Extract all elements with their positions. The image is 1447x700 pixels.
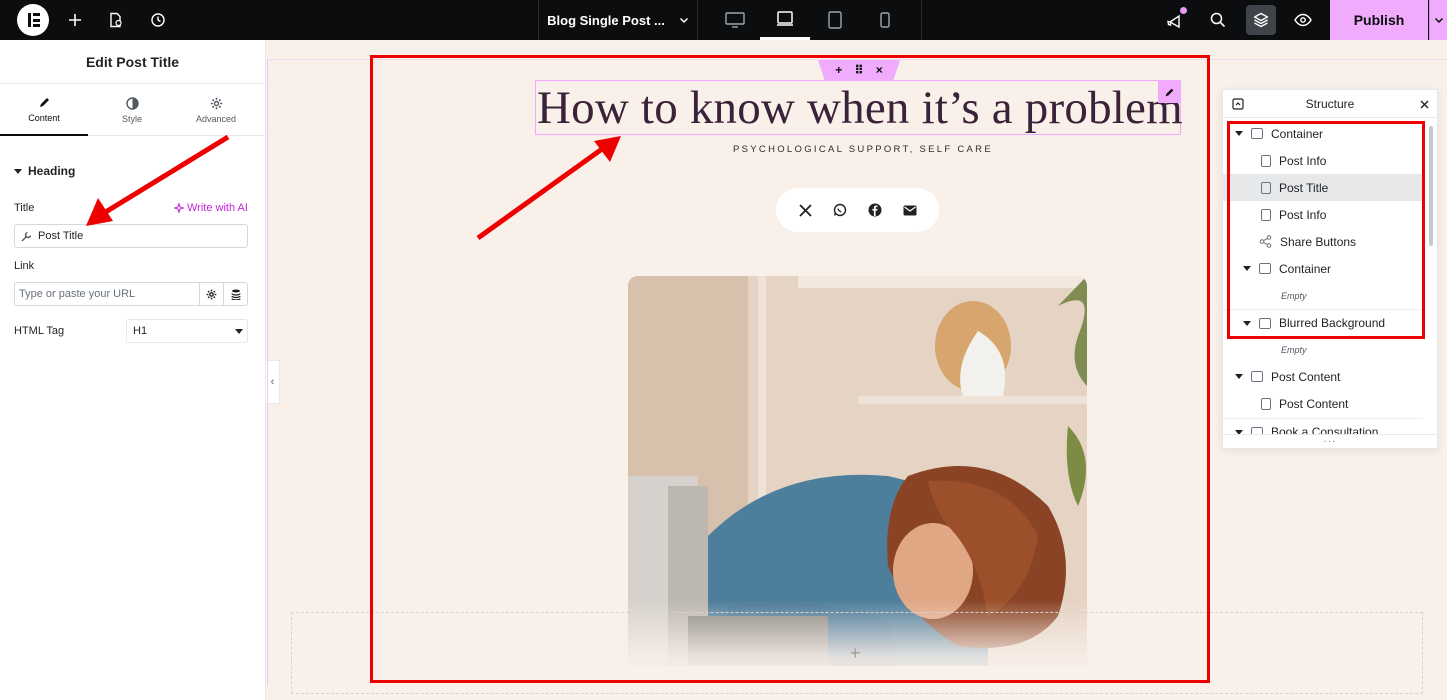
title-label: Title (14, 202, 35, 214)
tab-style-label: Style (121, 113, 142, 124)
layers-icon[interactable] (1246, 5, 1276, 35)
structure-scrollbar[interactable] (1429, 126, 1433, 246)
editor-panel: Edit Post Title Content Style Advanced H… (0, 40, 266, 700)
structure-header: Structure (1223, 90, 1437, 118)
html-tag-value: H1 (133, 325, 148, 337)
elementor-logo[interactable] (17, 4, 49, 36)
structure-item-label: Post Content (1271, 369, 1341, 384)
sparkle-icon (174, 203, 184, 213)
link-input[interactable] (15, 288, 185, 300)
title-field-value: Post Title (38, 230, 84, 242)
panel-tabs: Content Style Advanced (0, 84, 265, 136)
tab-style[interactable]: Style (88, 84, 176, 136)
structure-item-empty: Empty (1223, 336, 1423, 363)
link-label: Link (14, 260, 35, 272)
structure-item-post-content[interactable]: Post Content (1223, 390, 1423, 417)
pencil-icon (39, 97, 49, 107)
tablet-icon[interactable] (810, 0, 860, 40)
chevron-down-icon (679, 17, 688, 24)
preview-eye-icon[interactable] (1291, 8, 1315, 32)
annotation-highlight-canvas (370, 55, 1210, 683)
notification-badge (1180, 7, 1187, 14)
section-heading-label: Heading (28, 164, 76, 178)
widget-icon (1261, 397, 1271, 410)
publish-button[interactable]: Publish (1330, 0, 1428, 40)
html-tag-label: HTML Tag (14, 325, 65, 337)
caret-down-icon (235, 329, 243, 334)
tab-advanced[interactable]: Advanced (172, 84, 260, 136)
chevron-down-icon (1434, 17, 1443, 24)
half-circle-icon (125, 96, 139, 110)
title-field[interactable]: Post Title (14, 224, 248, 248)
gear-icon (210, 97, 222, 109)
top-bar: Blog Single Post ... Publish (0, 0, 1447, 40)
close-icon[interactable] (1420, 100, 1429, 109)
dynamic-settings-button[interactable] (199, 283, 223, 305)
publish-options-button[interactable] (1429, 0, 1447, 40)
container-icon (1251, 371, 1263, 382)
add-icon[interactable] (63, 8, 87, 32)
collapse-panel-button[interactable]: ‹ (266, 360, 280, 404)
annotation-highlight-structure (1227, 121, 1425, 339)
structure-item-label: Post Content (1279, 396, 1349, 411)
desktop-icon[interactable] (710, 0, 760, 40)
tab-content-label: Content (28, 112, 60, 123)
canvas-guide-left (267, 60, 268, 685)
structure-panel-icon[interactable] (1232, 98, 1244, 110)
document-title: Blog Single Post ... (547, 12, 665, 28)
write-with-ai-label: Write with AI (187, 202, 248, 214)
wrench-icon (21, 231, 32, 241)
gear-icon (206, 289, 217, 299)
history-icon[interactable] (146, 8, 170, 32)
structure-item-post-content-container[interactable]: Post Content (1223, 363, 1423, 390)
mobile-icon[interactable] (860, 0, 910, 40)
structure-title: Structure (1305, 96, 1355, 111)
caret-down-icon (1235, 374, 1243, 379)
section-heading-toggle[interactable]: Heading (14, 164, 75, 178)
caret-down-icon (14, 168, 22, 174)
database-icon (230, 289, 241, 300)
html-tag-select[interactable]: H1 (126, 319, 248, 343)
search-icon[interactable] (1206, 8, 1230, 32)
panel-title: Edit Post Title (0, 40, 265, 84)
laptop-icon[interactable] (760, 0, 810, 40)
link-field (14, 282, 248, 306)
responsive-mode-group (700, 0, 922, 40)
document-title-dropdown[interactable]: Blog Single Post ... (538, 0, 698, 40)
structure-resize-handle[interactable]: ··· (1223, 434, 1437, 448)
dynamic-tags-button[interactable] (223, 283, 247, 305)
page-settings-icon[interactable] (104, 8, 128, 32)
tab-advanced-label: Advanced (195, 113, 237, 124)
tab-content[interactable]: Content (0, 84, 88, 136)
write-with-ai-link[interactable]: Write with AI (174, 202, 248, 214)
structure-item-label: Empty (1281, 344, 1307, 355)
